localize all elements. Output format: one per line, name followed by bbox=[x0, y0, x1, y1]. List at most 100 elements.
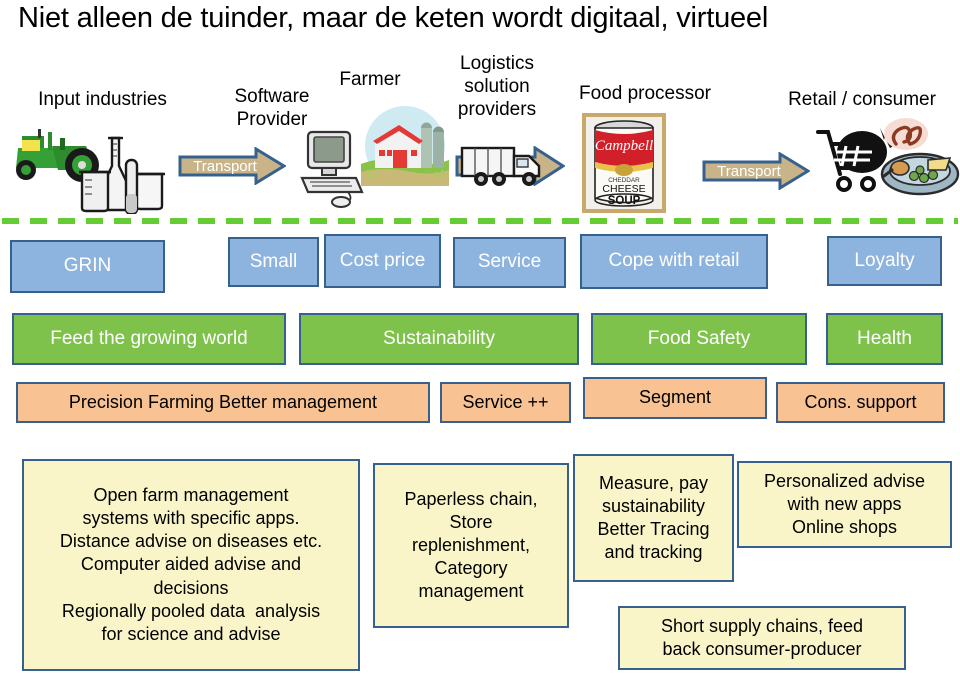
divider-dash bbox=[870, 218, 887, 224]
blue-box-label: Small bbox=[249, 250, 298, 272]
divider-dash bbox=[142, 218, 159, 224]
stage-label-line-1: Logistics bbox=[460, 53, 534, 74]
yellow-box-label: Measure, pay sustainability Better Tracing… bbox=[597, 472, 710, 563]
stage-label-line-3: providers bbox=[457, 99, 537, 120]
yellow-box-farm-management[interactable]: Open farm management systems with specifi… bbox=[22, 459, 360, 671]
divider-dash bbox=[338, 218, 355, 224]
yellow-box-label: Open farm management systems with specifi… bbox=[59, 485, 323, 644]
divider-dash bbox=[898, 218, 915, 224]
divider-dash bbox=[534, 218, 551, 224]
page-title: Niet alleen de tuinder, maar de keten wo… bbox=[18, 2, 769, 34]
transport-arrow-2: Transport bbox=[702, 152, 810, 190]
divider-dash bbox=[366, 218, 383, 224]
desktop-computer-icon bbox=[298, 128, 370, 208]
green-box-label: Sustainability bbox=[383, 327, 495, 349]
slide-canvas: Niet alleen de tuinder, maar de keten wo… bbox=[0, 0, 960, 678]
divider-dash bbox=[310, 218, 327, 224]
divider-dash bbox=[282, 218, 299, 224]
divider-dash bbox=[450, 218, 467, 224]
divider-dash bbox=[254, 218, 271, 224]
divider-dash bbox=[842, 218, 859, 224]
campbells-soup-can-icon: Campbell CHEDDAR CHEESE SOUP bbox=[581, 112, 667, 214]
divider-dash bbox=[114, 218, 131, 224]
divider-dash bbox=[562, 218, 579, 224]
orange-box-precision-farming[interactable]: Precision Farming Better management bbox=[16, 382, 430, 423]
stage-label-text: Food processor bbox=[578, 83, 711, 104]
divider-dash bbox=[618, 218, 635, 224]
stage-label-text: Retail / consumer bbox=[788, 89, 936, 110]
blue-box-cost-price[interactable]: Cost price bbox=[324, 234, 441, 288]
green-box-label: Food Safety bbox=[647, 327, 751, 349]
blue-box-label: Service bbox=[477, 251, 542, 273]
green-box-label: Feed the growing world bbox=[50, 327, 248, 349]
blue-box-label: Cope with retail bbox=[608, 250, 740, 272]
divider-dash bbox=[926, 218, 943, 224]
stage-label-food-processor: Food processor bbox=[556, 82, 734, 105]
stage-label-farmer: Farmer bbox=[318, 68, 422, 91]
orange-box-cons-support[interactable]: Cons. support bbox=[776, 382, 945, 423]
divider-dash bbox=[814, 218, 831, 224]
divider-dash bbox=[394, 218, 411, 224]
divider-dash bbox=[758, 218, 775, 224]
yellow-box-label: Short supply chains, feed back consumer-p… bbox=[660, 615, 864, 659]
svg-text:Campbell: Campbell bbox=[595, 138, 653, 154]
yellow-box-label: Personalized advise with new apps Online s… bbox=[763, 470, 926, 538]
blue-box-label: GRIN bbox=[63, 255, 112, 277]
green-dashed-divider bbox=[0, 218, 960, 224]
divider-dash bbox=[226, 218, 243, 224]
orange-box-label: Precision Farming Better management bbox=[68, 391, 378, 412]
lab-glassware-icon bbox=[66, 132, 174, 216]
blue-box-label: Cost price bbox=[339, 249, 426, 271]
green-box-sustainability[interactable]: Sustainability bbox=[299, 313, 579, 365]
blue-box-cope-with-retail[interactable]: Cope with retail bbox=[580, 234, 768, 289]
divider-dash bbox=[730, 218, 747, 224]
farm-barn-silo-icon bbox=[361, 106, 449, 186]
divider-dash bbox=[58, 218, 75, 224]
yellow-box-label: Paperless chain, Store replenishment, Categ… bbox=[404, 488, 538, 602]
stage-label-input-industries: Input industries bbox=[10, 88, 195, 111]
stage-label-logistics-solution-providers: Logistics solution providers bbox=[443, 52, 551, 121]
transport-arrow-1: Transport bbox=[178, 147, 286, 185]
orange-box-label: Segment bbox=[638, 387, 712, 408]
meal-plate-icon bbox=[876, 118, 960, 198]
divider-dash bbox=[954, 218, 958, 224]
divider-dash bbox=[30, 218, 47, 224]
divider-dash bbox=[786, 218, 803, 224]
stage-label-line-2: Provider bbox=[236, 109, 308, 130]
divider-dash bbox=[646, 218, 663, 224]
divider-dash bbox=[674, 218, 691, 224]
divider-dash bbox=[702, 218, 719, 224]
orange-box-label: Cons. support bbox=[804, 391, 917, 412]
stage-label-text: Farmer bbox=[339, 69, 401, 90]
green-box-feed-the-growing-world[interactable]: Feed the growing world bbox=[12, 313, 286, 365]
green-box-label: Health bbox=[857, 327, 912, 349]
orange-box-segment[interactable]: Segment bbox=[583, 377, 767, 419]
delivery-truck-icon bbox=[459, 140, 551, 190]
stage-label-line-2: solution bbox=[464, 76, 530, 97]
blue-box-label: Loyalty bbox=[854, 249, 915, 271]
stage-label-line-1: Software bbox=[234, 86, 310, 107]
green-box-health[interactable]: Health bbox=[826, 313, 943, 365]
yellow-box-measure-pay-sustainability[interactable]: Measure, pay sustainability Better Tracing… bbox=[573, 454, 734, 582]
blue-box-small[interactable]: Small bbox=[228, 237, 319, 287]
divider-dash bbox=[170, 218, 187, 224]
yellow-box-paperless-chain[interactable]: Paperless chain, Store replenishment, Categ… bbox=[373, 463, 569, 628]
stage-label-text: Input industries bbox=[38, 89, 167, 110]
blue-box-service[interactable]: Service bbox=[453, 237, 566, 288]
blue-box-grin[interactable]: GRIN bbox=[10, 240, 165, 293]
divider-dash bbox=[422, 218, 439, 224]
divider-dash bbox=[506, 218, 523, 224]
blue-box-loyalty[interactable]: Loyalty bbox=[827, 236, 942, 286]
divider-dash bbox=[478, 218, 495, 224]
orange-box-service-plus-plus[interactable]: Service ++ bbox=[440, 382, 571, 423]
orange-box-label: Service ++ bbox=[462, 391, 549, 412]
stage-label-software-provider: Software Provider bbox=[208, 85, 336, 131]
divider-dash bbox=[590, 218, 607, 224]
yellow-box-personalized-advise[interactable]: Personalized advise with new apps Online s… bbox=[737, 461, 952, 548]
yellow-box-short-supply-chains[interactable]: Short supply chains, feed back consumer-p… bbox=[618, 606, 906, 670]
green-box-food-safety[interactable]: Food Safety bbox=[591, 313, 807, 365]
stage-label-retail-consumer: Retail / consumer bbox=[767, 88, 957, 111]
divider-dash bbox=[86, 218, 103, 224]
divider-dash bbox=[2, 218, 19, 224]
divider-dash bbox=[198, 218, 215, 224]
